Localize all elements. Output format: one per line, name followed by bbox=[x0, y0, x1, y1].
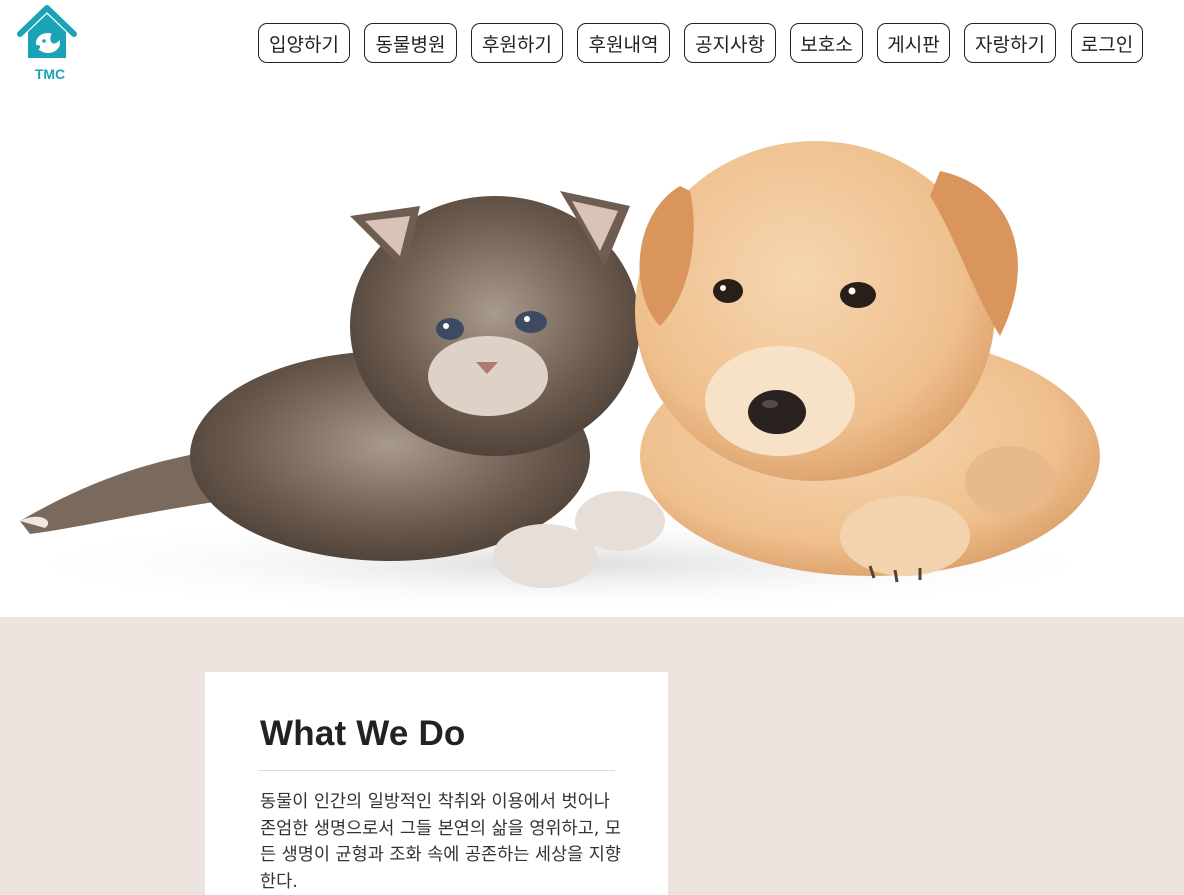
nav-item-donation-history[interactable]: 후원내역 bbox=[577, 23, 670, 63]
card-body-text: 동물이 인간의 일방적인 착취와 이용에서 벗어나 존엄한 생명으로서 그들 본… bbox=[260, 792, 621, 892]
kitten-and-puppy-image bbox=[0, 141, 1120, 614]
site-header: TMC 입양하기 동물병원 후원하기 후원내역 공지사항 보호소 게시판 자랑하… bbox=[0, 0, 1184, 96]
nav-item-adopt[interactable]: 입양하기 bbox=[258, 23, 350, 63]
nav-item-login[interactable]: 로그인 bbox=[1071, 23, 1143, 63]
main-nav: 입양하기 동물병원 후원하기 후원내역 공지사항 보호소 게시판 자랑하기 로그… bbox=[0, 23, 1184, 63]
nav-item-notices[interactable]: 공지사항 bbox=[684, 23, 776, 63]
card-title: What We Do bbox=[260, 714, 466, 753]
about-section: What We Do 동물이 인간의 일방적인 착취와 이용에서 벗어나 존엄한… bbox=[0, 617, 1184, 895]
nav-item-animal-hospital[interactable]: 동물병원 bbox=[364, 23, 457, 63]
nav-item-board[interactable]: 게시판 bbox=[877, 23, 950, 63]
nav-item-donate[interactable]: 후원하기 bbox=[471, 23, 563, 63]
divider bbox=[258, 770, 615, 771]
logo-text: TMC bbox=[34, 66, 66, 82]
what-we-do-card: What We Do 동물이 인간의 일방적인 착취와 이용에서 벗어나 존엄한… bbox=[205, 672, 668, 895]
hero-banner bbox=[0, 96, 1184, 617]
nav-item-showoff[interactable]: 자랑하기 bbox=[964, 23, 1056, 63]
nav-item-shelter[interactable]: 보호소 bbox=[790, 23, 863, 63]
